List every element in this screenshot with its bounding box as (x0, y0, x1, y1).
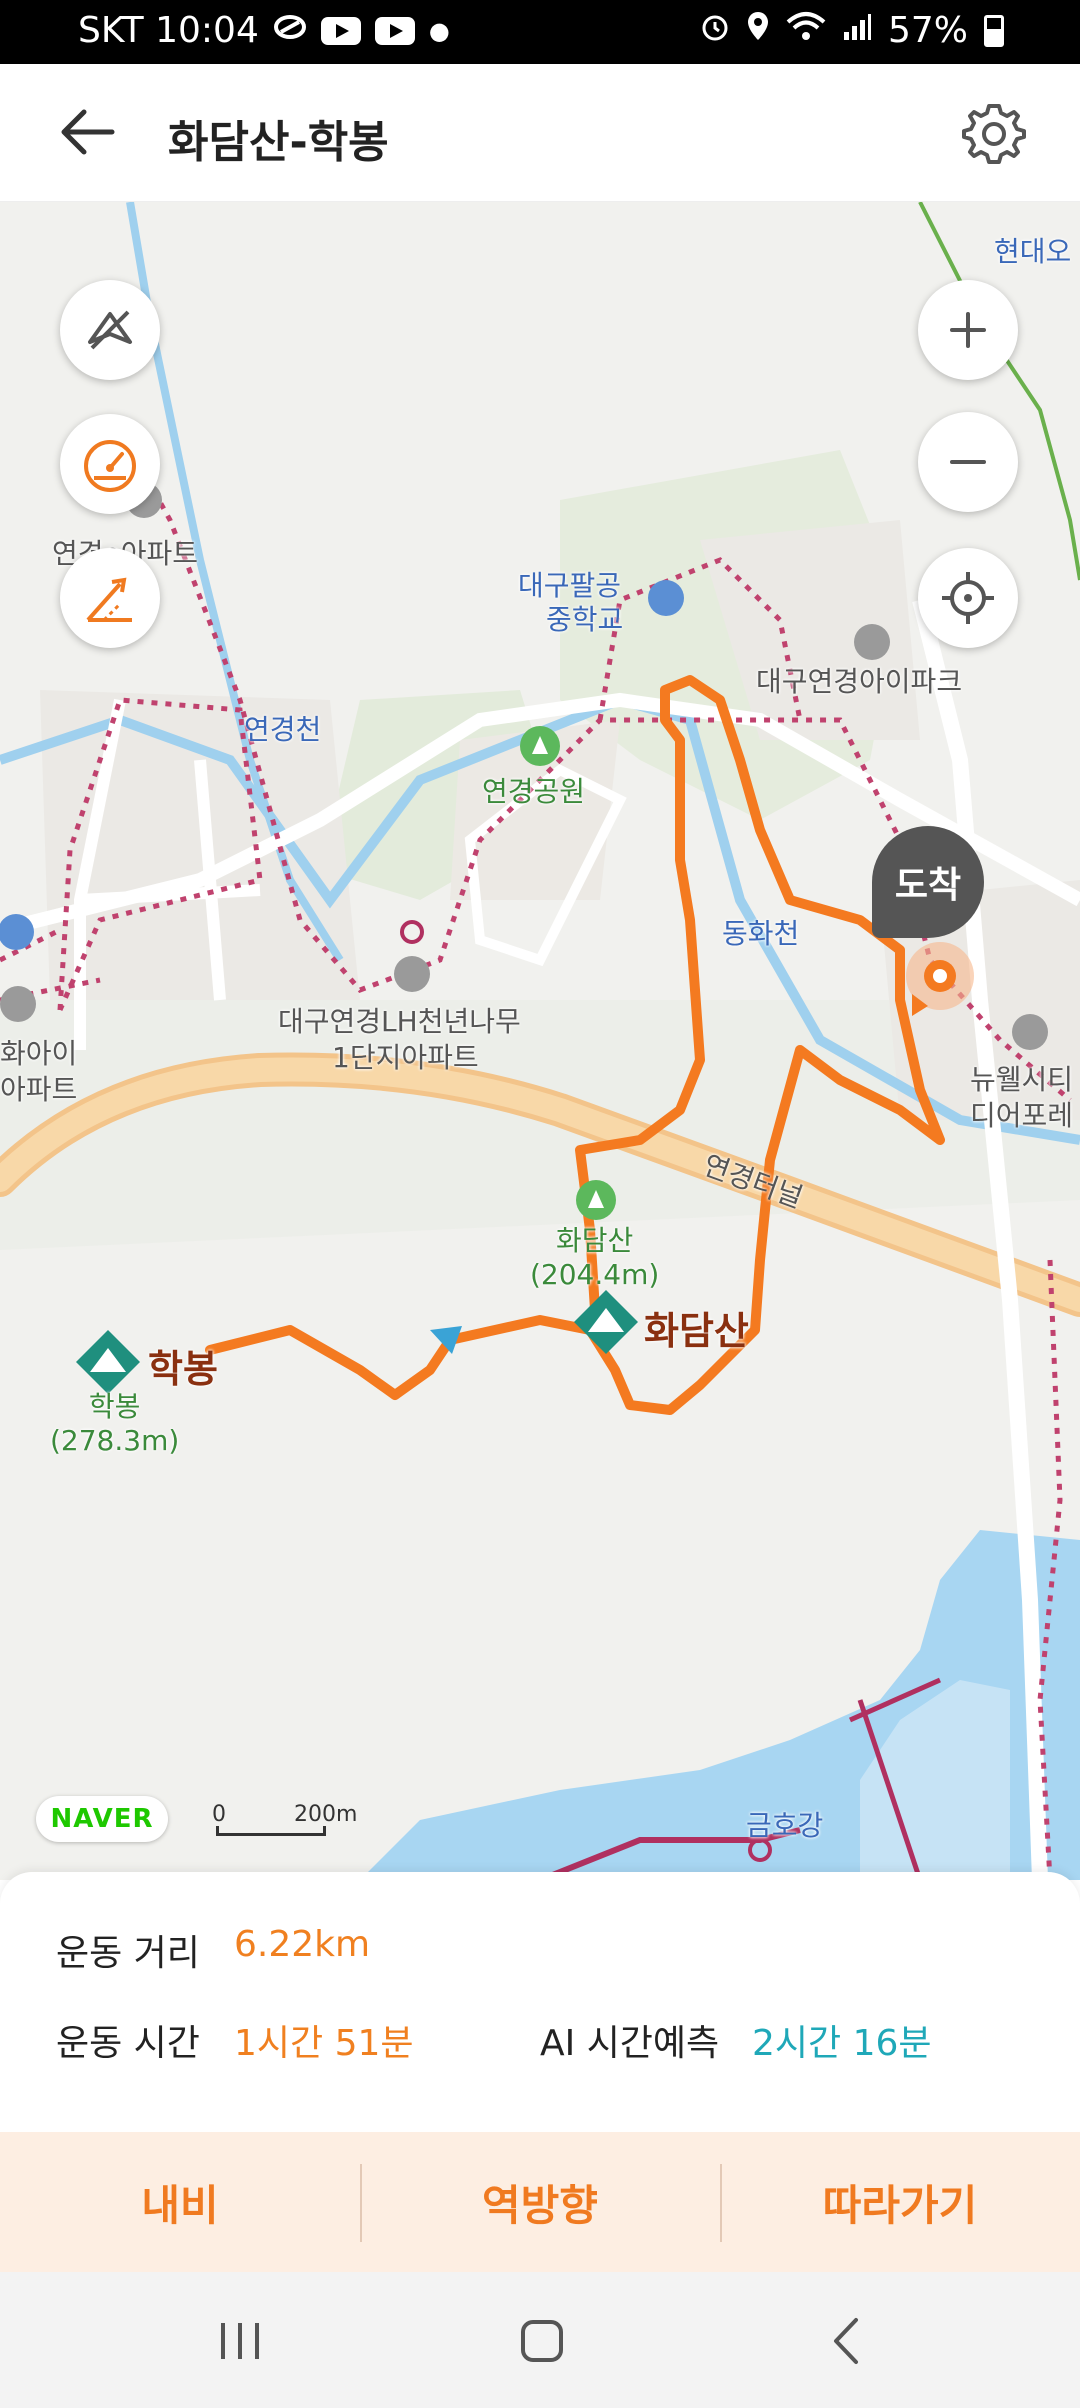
ai-time-label: AI 시간예측 (540, 2023, 720, 2064)
hwadamsan-name: 화담산 (556, 1224, 634, 1257)
back-button[interactable] (58, 106, 118, 158)
battery-percent: 57% (887, 10, 968, 51)
zoom-in-icon (950, 312, 986, 348)
recent-apps-icon (221, 2323, 259, 2359)
speedometer-icon (84, 440, 136, 492)
label-yeongyeongcheon: 연경천 (244, 713, 322, 746)
label-left-apt-2: 아파트 (0, 1073, 78, 1106)
map-view[interactable]: 현대오 연경e아파트 대구팔공 중학교 대구연경아이파크 연경천 연경공원 동화… (0, 202, 1080, 1880)
battery-icon (984, 14, 1004, 47)
recent-apps-button[interactable] (200, 2306, 280, 2376)
page-title: 화담산-학봉 (168, 117, 389, 168)
scale-distance: 200m (294, 1802, 358, 1827)
gear-icon (962, 104, 1026, 164)
label-park: 연경공원 (482, 775, 586, 808)
distance-value: 6.22km (234, 1924, 371, 1965)
zoom-in-button[interactable] (918, 280, 1018, 380)
label-newell-1: 뉴웰시티 (970, 1063, 1074, 1096)
system-back-button[interactable] (806, 2306, 886, 2376)
activity-icon (273, 10, 307, 51)
elevation-button[interactable] (60, 548, 160, 648)
elevation-icon (86, 577, 132, 622)
follow-button[interactable]: 따라가기 (720, 2132, 1080, 2272)
speed-button[interactable] (60, 414, 160, 514)
navi-button[interactable]: 내비 (0, 2132, 360, 2272)
system-nav-bar (0, 2272, 1080, 2408)
route-off-icon (88, 310, 132, 350)
label-ipark: 대구연경아이파크 (756, 665, 963, 698)
wifi-icon (786, 10, 826, 51)
ai-time-value: 2시간 16분 (752, 2023, 932, 2064)
summary-panel: 운동 거리 6.22km 운동 시간 1시간 51분 AI 시간예측 2시간 1… (0, 1872, 1080, 2132)
hakbong-elevation: (278.3m) (50, 1424, 180, 1457)
arrival-marker[interactable]: 도착 (872, 826, 984, 938)
time-label: 운동 시간 (56, 2023, 200, 2064)
label-lh-apt-2: 1단지아파트 (332, 1041, 479, 1074)
scale-line (216, 1826, 326, 1836)
action-bar: 내비 역방향 따라가기 (0, 2132, 1080, 2272)
location-icon (746, 10, 770, 51)
arrow-left-icon (61, 109, 115, 155)
label-geumho: 금호강 (746, 1809, 824, 1842)
label-daegu-middle-2: 중학교 (546, 603, 624, 636)
distance-label: 운동 거리 (56, 1933, 200, 1974)
home-icon (521, 2320, 563, 2362)
label-hakbong-peak: 학봉 (148, 1347, 218, 1391)
dot-icon: ● (428, 16, 450, 45)
settings-button[interactable] (962, 100, 1026, 164)
naver-logo: NAVER (36, 1796, 168, 1842)
status-bar: SKT 10:04 ● 57% (0, 0, 1080, 64)
route-toggle-button[interactable] (60, 280, 160, 380)
carrier-time: SKT 10:04 (78, 10, 259, 51)
app-header: 화담산-학봉 (0, 64, 1080, 202)
locate-icon (942, 572, 994, 624)
zoom-out-icon (950, 460, 986, 464)
scale-bar: 0 200m (212, 1802, 362, 1842)
label-hakbong-small: 학봉 (278.3m) (50, 1390, 179, 1458)
home-button[interactable] (502, 2306, 582, 2376)
time-value: 1시간 51분 (234, 2023, 414, 2064)
status-left: SKT 10:04 ● (78, 10, 450, 51)
zoom-out-button[interactable] (918, 412, 1018, 512)
status-right: 57% (700, 10, 1004, 51)
back-icon (834, 2318, 858, 2364)
label-hwadamsan-peak: 화담산 (644, 1309, 749, 1353)
scale-zero: 0 (212, 1802, 226, 1827)
label-lh-apt-1: 대구연경LH천년나무 (278, 1005, 521, 1038)
label-donghwacheon: 동화천 (722, 917, 800, 950)
hakbong-name: 학봉 (88, 1390, 141, 1423)
alarm-icon (700, 10, 730, 51)
signal-icon (842, 10, 872, 51)
locate-button[interactable] (918, 548, 1018, 648)
label-left-apt-1: 화아이 (0, 1037, 78, 1070)
label-hwadamsan-small: 화담산 (204.4m) (530, 1224, 659, 1292)
reverse-button[interactable]: 역방향 (360, 2132, 720, 2272)
label-hyundai: 현대오 (994, 235, 1072, 268)
youtube-icon (374, 16, 415, 45)
youtube-icon (320, 16, 361, 45)
hwadamsan-elevation: (204.4m) (530, 1258, 660, 1291)
label-newell-2: 디어포레 (970, 1099, 1074, 1132)
